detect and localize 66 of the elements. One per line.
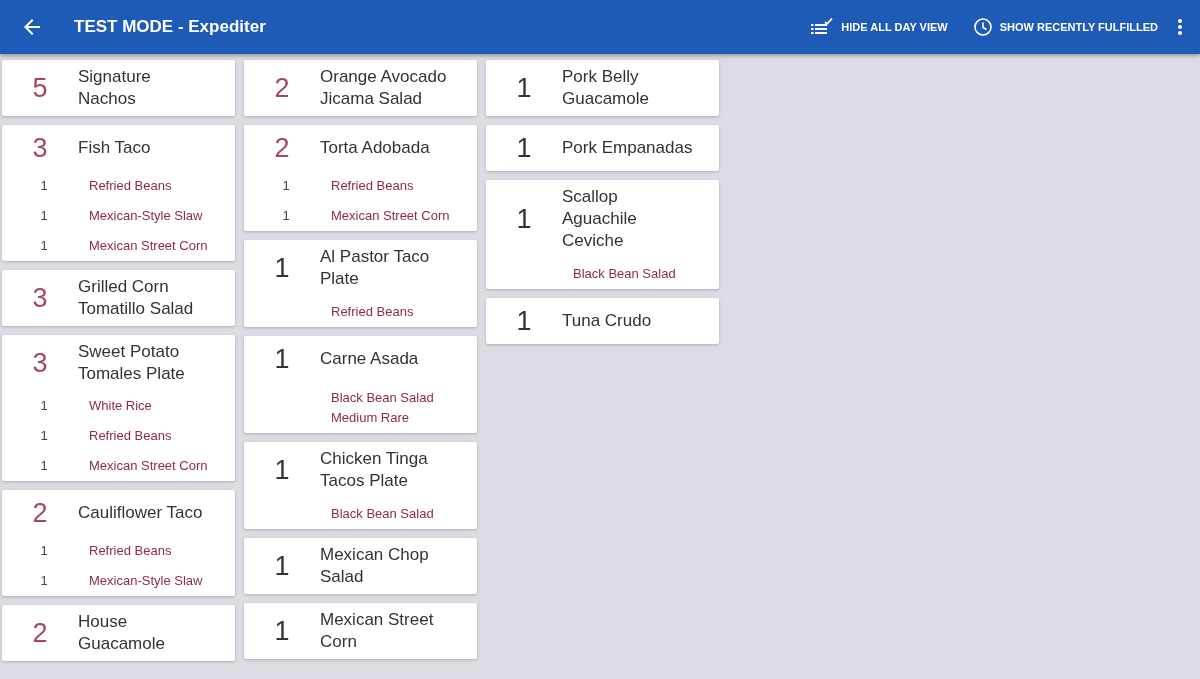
modifier-quantity: 1 [40,208,48,224]
item-name: Mexican Street Corn [320,609,435,653]
modifier-name: Mexican-Style Slaw [89,573,204,589]
modifier-name: Refried Beans [89,178,173,194]
modifier-quantity: 1 [40,428,48,444]
more-menu-icon[interactable] [1178,19,1182,35]
recently-fulfilled-button[interactable]: SHOW RECENTLY FULFILLED [973,18,1158,36]
app-title: TEST MODE - Expediter [74,17,266,37]
item-quantity: 1 [516,74,532,102]
item-quantity: 2 [32,619,48,647]
modifier-quantity: 1 [40,238,48,254]
item-name: Grilled Corn Tomatillo Salad [78,276,195,320]
item-name: Tuna Crudo [562,310,653,332]
modifier-name: White Rice [89,398,153,414]
modifier-quantity: 1 [40,543,48,559]
item-name: Al Pastor Taco Plate [320,246,431,290]
item-note: Black Bean Salad [331,505,434,523]
modifier-quantity: 1 [40,458,48,474]
modifier-quantity: 1 [40,573,48,589]
modifier-quantity: 1 [282,208,290,224]
item-quantity: 2 [274,74,290,102]
item-name: Chicken Tinga Tacos Plate [320,448,429,492]
item-quantity: 3 [32,134,48,162]
item-name: Signature Nachos [78,66,152,110]
item-note: Medium Rare [331,409,410,427]
modifier-quantity: 1 [282,178,290,194]
back-arrow-icon[interactable] [24,19,40,35]
day-view-toggle-button[interactable]: HIDE ALL DAY VIEW [811,18,948,36]
item-name: Pork Belly Guacamole [562,66,650,110]
item-quantity: 1 [274,345,290,373]
modifier-name: Refried Beans [89,543,173,559]
modifier-quantity: 1 [40,178,48,194]
item-quantity: 2 [32,499,48,527]
item-quantity: 1 [274,254,290,282]
item-quantity: 5 [32,74,48,102]
item-name: Mexican Chop Salad [320,544,430,588]
item-quantity: 1 [274,617,290,645]
item-note: Refried Beans [331,303,414,321]
modifier-quantity: 1 [40,398,48,414]
item-name: Torta Adobada [320,137,431,159]
item-quantity: 2 [274,134,290,162]
item-quantity: 1 [274,456,290,484]
modifier-name: Mexican-Style Slaw [89,208,204,224]
modifier-name: Refried Beans [89,428,173,444]
item-name: Carne Asada [320,348,420,370]
item-name: Orange Avocado Jicama Salad [320,66,448,110]
modifier-name: Refried Beans [331,178,415,194]
item-note: Black Bean Salad [331,389,434,407]
item-quantity: 1 [516,205,532,233]
item-name: Scallop Aguachile Ceviche [562,186,638,252]
item-name: Pork Empanadas [562,137,694,159]
item-name: Cauliflower Taco [78,502,204,524]
item-quantity: 3 [32,349,48,377]
item-quantity: 1 [516,307,532,335]
item-name: House Guacamole [78,611,166,655]
modifier-name: Mexican Street Corn [331,208,451,224]
item-name: Fish Taco [78,137,152,159]
list-check-icon [811,18,834,36]
item-quantity: 1 [274,552,290,580]
item-quantity: 3 [32,284,48,312]
item-quantity: 1 [516,134,532,162]
clock-icon [973,18,992,36]
modifier-name: Mexican Street Corn [89,458,209,474]
modifier-name: Mexican Street Corn [89,238,209,254]
item-note: Black Bean Salad [573,265,676,283]
item-name: Sweet Potato Tomales Plate [78,341,186,385]
